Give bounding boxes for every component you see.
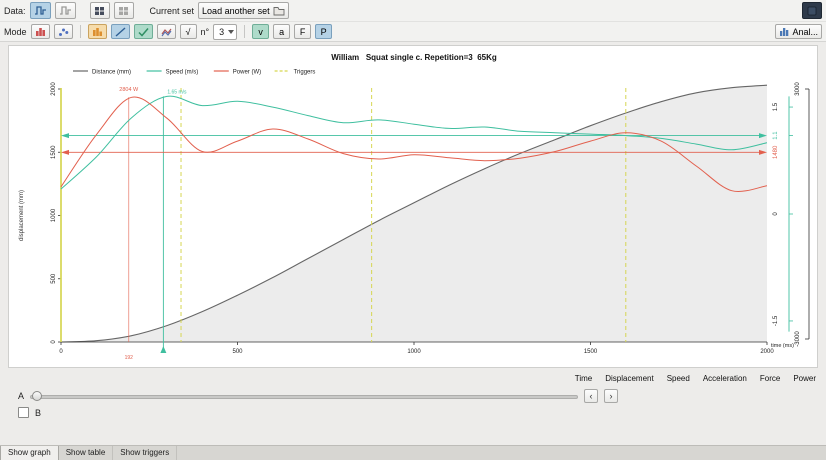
n-label: n°	[200, 26, 210, 37]
tab-show-triggers[interactable]: Show triggers	[113, 446, 178, 460]
matrix-view-secondary-button[interactable]	[113, 2, 134, 19]
svg-text:Power (W): Power (W)	[233, 70, 261, 76]
power-toggle-button[interactable]: P	[315, 24, 333, 39]
svg-text:-1.5: -1.5	[773, 315, 779, 326]
results-panel: Time Displacement Speed Acceleration For…	[8, 370, 818, 430]
svg-text:0: 0	[773, 212, 779, 216]
encoder-graph: 0 500 1000 1500 2000time (ms)050010001500200…	[19, 53, 810, 361]
svg-text:Distance (mm): Distance (mm)	[92, 70, 131, 76]
column-header-time: Time	[574, 374, 593, 383]
analyze-button[interactable]: Anal...	[775, 24, 822, 39]
svg-text:time (ms): time (ms)	[771, 343, 794, 349]
svg-text:-3000: -3000	[795, 331, 801, 347]
load-set-button[interactable]: Load another set	[198, 2, 289, 19]
grid-icon	[94, 6, 105, 16]
analyze-icon	[779, 27, 789, 37]
slider-a-label: A	[18, 391, 25, 401]
mode-toolbar: Mode √ n° 3 v a F P Anal...	[0, 22, 826, 42]
accel-toggle-label: a	[279, 26, 285, 37]
current-set-label: Current set	[149, 5, 195, 16]
prev-sample-button[interactable]: ‹	[584, 389, 599, 403]
svg-text:192: 192	[125, 355, 134, 361]
b-checkbox[interactable]	[18, 407, 29, 418]
sqrt-button[interactable]: √	[179, 24, 197, 39]
b-label: B	[35, 407, 42, 418]
svg-text:1500: 1500	[51, 145, 57, 159]
svg-text:1000: 1000	[51, 208, 57, 222]
diagonal-line-icon	[115, 26, 126, 37]
svg-text:0: 0	[59, 349, 63, 355]
slider-a-row: A ‹ ›	[18, 389, 818, 403]
orange-bars-icon	[92, 27, 103, 37]
svg-text:1500: 1500	[584, 349, 598, 355]
slider-track[interactable]	[30, 395, 579, 399]
slider-handle[interactable]	[32, 391, 43, 401]
tab-show-graph[interactable]: Show graph	[0, 446, 59, 460]
svg-text:Speed (m/s): Speed (m/s)	[166, 70, 199, 76]
load-set-button-label: Load another set	[202, 5, 270, 16]
powerbars-mode-button[interactable]	[87, 24, 107, 39]
bars-mode-button[interactable]	[30, 24, 50, 39]
sqrt-label: √	[185, 26, 191, 37]
svg-text:2000: 2000	[760, 349, 774, 355]
data-label: Data:	[4, 5, 26, 16]
folder-icon	[273, 6, 285, 16]
dropdown-arrow-icon	[228, 29, 235, 34]
line-mode-button[interactable]	[110, 24, 130, 39]
speed-toggle-label: v	[258, 26, 263, 37]
tab-show-table[interactable]: Show table	[59, 446, 114, 460]
svg-text:2000: 2000	[51, 82, 57, 96]
svg-text:Triggers: Triggers	[294, 70, 316, 76]
time-slider-a[interactable]	[30, 390, 579, 402]
column-header-speed: Speed	[666, 374, 690, 383]
data-toolbar: Data: Current set Load another set	[0, 0, 826, 22]
slider-b-row: B	[18, 407, 41, 418]
svg-text:displacement (mm): displacement (mm)	[19, 190, 25, 241]
bottom-tabbar: Show graph Show table Show triggers	[0, 445, 826, 460]
svg-text:1480: 1480	[773, 145, 779, 159]
svg-text:1.5: 1.5	[773, 102, 779, 111]
rep-count-select[interactable]: 3	[213, 23, 238, 40]
speed-toggle-button[interactable]: v	[252, 24, 270, 39]
scatter-icon	[58, 27, 69, 37]
chronopic-icon	[807, 6, 817, 16]
power-toggle-label: P	[320, 26, 327, 37]
waveform-icon	[59, 5, 72, 16]
result-column-headers: Time Displacement Speed Acceleration For…	[575, 374, 816, 383]
force-toggle-button[interactable]: F	[294, 24, 312, 39]
accel-toggle-button[interactable]: a	[273, 24, 291, 39]
superpose-button[interactable]	[156, 24, 176, 39]
svg-text:William Squat single c. Repe: William Squat single c. Repetition=3 65K…	[331, 53, 497, 62]
analyze-label: Anal...	[792, 26, 818, 37]
points-mode-button[interactable]	[53, 24, 73, 39]
signal-view-button[interactable]	[29, 2, 51, 19]
column-header-force: Force	[759, 374, 781, 383]
column-header-power: Power	[793, 374, 816, 383]
column-header-acceleration: Acceleration	[702, 374, 747, 383]
signal-view-secondary-button[interactable]	[54, 2, 76, 19]
mode-label: Mode	[4, 26, 27, 37]
device-button[interactable]	[802, 2, 822, 19]
red-bars-icon	[35, 27, 46, 37]
curves-mode-button[interactable]	[133, 24, 153, 39]
column-header-displacement: Displacement	[605, 374, 654, 383]
svg-text:3000: 3000	[795, 82, 801, 96]
svg-text:500: 500	[51, 273, 57, 284]
svg-text:0: 0	[51, 340, 57, 344]
svg-text:1.1: 1.1	[773, 131, 779, 140]
force-toggle-label: F	[299, 26, 306, 37]
svg-text:2804 W: 2804 W	[119, 87, 139, 93]
svg-text:1000: 1000	[407, 349, 421, 355]
rep-count-value: 3	[219, 26, 225, 37]
overlay-icon	[161, 27, 172, 37]
check-icon	[137, 27, 149, 37]
graph-panel: 0 500 1000 1500 2000 time (ms) 0 500 1000 1500 200…	[8, 45, 818, 368]
grid-icon	[118, 6, 129, 16]
svg-text:1.65 m/s: 1.65 m/s	[167, 89, 187, 95]
svg-text:500: 500	[232, 349, 243, 355]
next-sample-button[interactable]: ›	[604, 389, 619, 403]
matrix-view-button[interactable]	[89, 2, 110, 19]
waveform-icon	[34, 5, 47, 16]
